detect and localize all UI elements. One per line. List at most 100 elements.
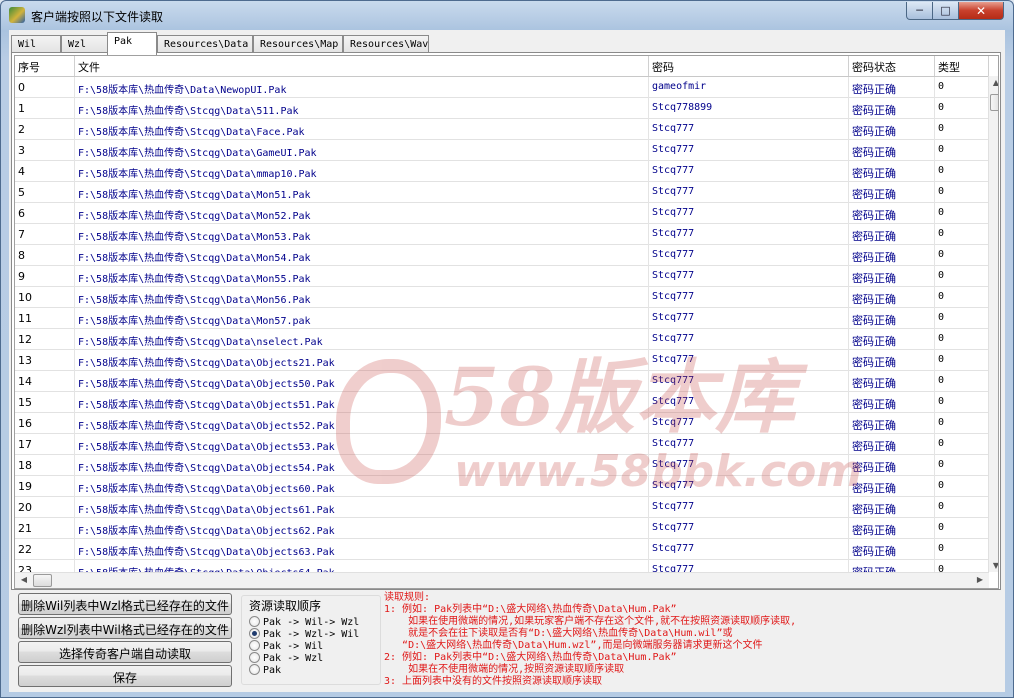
rules-line: “D:\盛大网络\热血传奇\Data\Hum.wzl”,而是向微端服务器请求更新…: [384, 640, 763, 651]
cell-password: gameofmir: [649, 77, 849, 98]
rules-line: 如果在使用微端的情况,如果玩家客户端不存在这个文件,就不在按照资源读取顺序读取,: [384, 616, 797, 627]
delete-wzl-duplicates-button[interactable]: 删除Wzl列表中Wil格式已经存在的文件: [18, 617, 232, 639]
cell-file: F:\58版本库\热血传奇\Stcqg\Data\Mon52.Pak: [75, 203, 649, 224]
cell-password: Stcq777: [649, 413, 849, 434]
maximize-button[interactable]: □: [932, 2, 959, 20]
cell-password-status: 密码正确: [849, 287, 935, 308]
table-row[interactable]: 20 F:\58版本库\热血传奇\Stcqg\Data\Objects61.Pak…: [15, 497, 989, 518]
cell-password-status: 密码正确: [849, 476, 935, 497]
cell-index: 8: [15, 245, 75, 266]
cell-type: 0: [935, 476, 989, 497]
client-area: Wil Wzl Pak Resources\Data Resources\Map…: [9, 30, 1005, 692]
table-row[interactable]: 16 F:\58版本库\热血传奇\Stcqg\Data\Objects52.Pak…: [15, 413, 989, 434]
cell-file: F:\58版本库\热血传奇\Stcqg\Data\Objects21.Pak: [75, 350, 649, 371]
cell-password-status: 密码正确: [849, 203, 935, 224]
cell-password: Stcq777: [649, 161, 849, 182]
cell-index: 3: [15, 140, 75, 161]
table-row[interactable]: 12 F:\58版本库\热血传奇\Stcqg\Data\nselect.Pak St…: [15, 329, 989, 350]
col-header-password-status[interactable]: 密码状态: [849, 56, 935, 76]
vertical-scrollbar[interactable]: ▲ ▼: [988, 76, 998, 572]
table-row[interactable]: 5 F:\58版本库\热血传奇\Stcqg\Data\Mon51.Pak Stcq7…: [15, 182, 989, 203]
table-row[interactable]: 2 F:\58版本库\热血传奇\Stcqg\Data\Face.Pak Stcq77…: [15, 119, 989, 140]
table-row[interactable]: 8 F:\58版本库\热血传奇\Stcqg\Data\Mon54.Pak Stcq7…: [15, 245, 989, 266]
cell-password-status: 密码正确: [849, 497, 935, 518]
vertical-scroll-thumb[interactable]: [990, 94, 998, 111]
cell-file: F:\58版本库\热血传奇\Stcqg\Data\Objects54.Pak: [75, 455, 649, 476]
scroll-down-icon[interactable]: ▼: [989, 561, 998, 570]
cell-file: F:\58版本库\热血传奇\Stcqg\Data\GameUI.Pak: [75, 140, 649, 161]
table-row[interactable]: 4 F:\58版本库\热血传奇\Stcqg\Data\mmap10.Pak Stcq…: [15, 161, 989, 182]
scroll-left-icon[interactable]: ◀: [17, 575, 31, 584]
cell-index: 2: [15, 119, 75, 140]
choose-client-button[interactable]: 选择传奇客户端自动读取: [18, 641, 232, 663]
cell-file: F:\58版本库\热血传奇\Data\NewopUI.Pak: [75, 77, 649, 98]
table-row[interactable]: 19 F:\58版本库\热血传奇\Stcqg\Data\Objects60.Pak…: [15, 476, 989, 497]
cell-password-status: 密码正确: [849, 161, 935, 182]
table-row[interactable]: 6 F:\58版本库\热血传奇\Stcqg\Data\Mon52.Pak Stcq7…: [15, 203, 989, 224]
cell-index: 15: [15, 392, 75, 413]
order-option-pak-wzl-wil[interactable]: Pak -> Wzl-> Wil: [249, 628, 359, 640]
table-row[interactable]: 13 F:\58版本库\热血传奇\Stcqg\Data\Objects21.Pak…: [15, 350, 989, 371]
cell-index: 0: [15, 77, 75, 98]
order-option-pak-wil-wzl[interactable]: Pak -> Wil-> Wzl: [249, 616, 359, 628]
cell-type: 0: [935, 245, 989, 266]
cell-password: Stcq777: [649, 203, 849, 224]
cell-index: 6: [15, 203, 75, 224]
table-row[interactable]: 10 F:\58版本库\热血传奇\Stcqg\Data\Mon56.Pak Stcq…: [15, 287, 989, 308]
maximize-icon: □: [940, 4, 951, 17]
scroll-up-icon[interactable]: ▲: [989, 78, 998, 87]
order-option-pak-wil[interactable]: Pak -> Wil: [249, 640, 323, 652]
table-row[interactable]: 18 F:\58版本库\热血传奇\Stcqg\Data\Objects54.Pak…: [15, 455, 989, 476]
cell-index: 19: [15, 476, 75, 497]
col-header-password[interactable]: 密码: [649, 56, 849, 76]
cell-password-status: 密码正确: [849, 224, 935, 245]
col-header-file[interactable]: 文件: [75, 56, 649, 76]
table-row[interactable]: 21 F:\58版本库\热血传奇\Stcqg\Data\Objects62.Pak…: [15, 518, 989, 539]
cell-file: F:\58版本库\热血传奇\Stcqg\Data\Mon55.Pak: [75, 266, 649, 287]
table-row[interactable]: 11 F:\58版本库\热血传奇\Stcqg\Data\Mon57.pak Stcq…: [15, 308, 989, 329]
file-grid[interactable]: 序号 文件 密码 密码状态 类型 0 F:\58版本库\热血传奇\Data\New…: [14, 55, 999, 589]
cell-file: F:\58版本库\热血传奇\Stcqg\Data\511.Pak: [75, 98, 649, 119]
cell-index: 5: [15, 182, 75, 203]
table-row[interactable]: 3 F:\58版本库\热血传奇\Stcqg\Data\GameUI.Pak Stcq…: [15, 140, 989, 161]
table-row[interactable]: 9 F:\58版本库\热血传奇\Stcqg\Data\Mon55.Pak Stcq7…: [15, 266, 989, 287]
cell-index: 12: [15, 329, 75, 350]
cell-file: F:\58版本库\热血传奇\Stcqg\Data\Objects51.Pak: [75, 392, 649, 413]
col-header-type[interactable]: 类型: [935, 56, 989, 76]
tab-label: Wil: [18, 39, 37, 50]
save-button[interactable]: 保存: [18, 665, 232, 687]
scroll-right-icon[interactable]: ▶: [973, 575, 987, 584]
minimize-button[interactable]: ─: [906, 2, 933, 20]
cell-password: Stcq777: [649, 350, 849, 371]
col-header-index[interactable]: 序号: [15, 56, 75, 76]
horizontal-scroll-thumb[interactable]: [33, 574, 52, 587]
cell-password-status: 密码正确: [849, 266, 935, 287]
table-row[interactable]: 15 F:\58版本库\热血传奇\Stcqg\Data\Objects51.Pak…: [15, 392, 989, 413]
tab-label: Pak: [114, 36, 133, 47]
title-bar[interactable]: 客户端按照以下文件读取 ─ □ ✕: [1, 1, 1013, 29]
horizontal-scrollbar[interactable]: ◀ ▶: [15, 572, 989, 588]
table-row[interactable]: 7 F:\58版本库\热血传奇\Stcqg\Data\Mon53.Pak Stcq7…: [15, 224, 989, 245]
cell-index: 14: [15, 371, 75, 392]
radio-label: Pak -> Wil: [263, 641, 324, 652]
cell-type: 0: [935, 182, 989, 203]
tab-pak[interactable]: Pak: [107, 32, 157, 55]
close-button[interactable]: ✕: [958, 2, 1004, 20]
table-row[interactable]: 23F:\58版本库\热血传奇\Stcqg\Data\Objects64.Pak…: [15, 560, 989, 572]
delete-wil-duplicates-button[interactable]: 删除Wil列表中Wzl格式已经存在的文件: [18, 593, 232, 615]
table-row[interactable]: 0 F:\58版本库\热血传奇\Data\NewopUI.Pak gameofmir…: [15, 77, 989, 98]
cell-index: 10: [15, 287, 75, 308]
cell-password-status: 密码正确: [849, 392, 935, 413]
cell-password-status: 密码正确: [849, 350, 935, 371]
cell-type: 0: [935, 224, 989, 245]
cell-file: F:\58版本库\热血传奇\Stcqg\Data\Mon56.Pak: [75, 287, 649, 308]
table-row[interactable]: 14 F:\58版本库\热血传奇\Stcqg\Data\Objects50.Pak…: [15, 371, 989, 392]
table-row[interactable]: 22 F:\58版本库\热血传奇\Stcqg\Data\Objects63.Pak…: [15, 539, 989, 560]
cell-file: F:\58版本库\热血传奇\Stcqg\Data\Objects50.Pak: [75, 371, 649, 392]
cell-type: 0: [935, 266, 989, 287]
table-row[interactable]: 1 F:\58版本库\热血传奇\Stcqg\Data\511.Pak Stcq778…: [15, 98, 989, 119]
order-option-pak[interactable]: Pak: [249, 664, 281, 676]
cell-password: Stcq777: [649, 329, 849, 350]
order-option-pak-wzl[interactable]: Pak -> Wzl: [249, 652, 323, 664]
table-row[interactable]: 17 F:\58版本库\热血传奇\Stcqg\Data\Objects53.Pak…: [15, 434, 989, 455]
